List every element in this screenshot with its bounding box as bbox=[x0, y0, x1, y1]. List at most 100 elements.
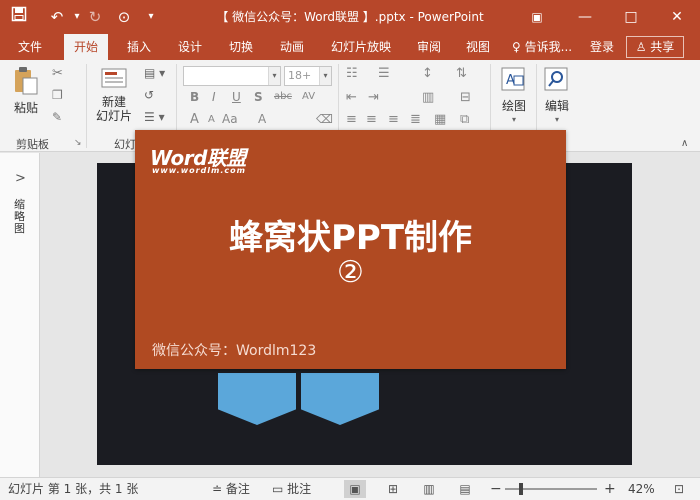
align-right-icon[interactable]: ≡ bbox=[388, 112, 399, 127]
layout-icon[interactable]: ▤ ▾ bbox=[144, 66, 165, 80]
text-direction-icon[interactable]: ⇅ bbox=[456, 66, 467, 81]
card-episode-number: ② bbox=[337, 255, 364, 290]
tab-home[interactable]: 开始 bbox=[64, 34, 109, 60]
tab-file[interactable]: 文件 bbox=[18, 34, 42, 60]
justify-icon[interactable]: ≣ bbox=[410, 112, 421, 127]
comment-icon: ▭ bbox=[272, 482, 284, 496]
numbering-icon[interactable]: ☰ bbox=[378, 66, 390, 81]
close-button[interactable]: ✕ bbox=[654, 0, 700, 34]
distributed-icon[interactable]: ▦ bbox=[434, 112, 446, 127]
ribbon-tabs: 文件 开始 插入 设计 切换 动画 幻灯片放映 审阅 视图 ♀ 告诉我... 登… bbox=[0, 34, 700, 60]
signin-link[interactable]: 登录 bbox=[590, 34, 614, 60]
clear-format-icon[interactable]: ⌫ bbox=[316, 112, 333, 126]
clipboard-launcher-icon[interactable]: ↘ bbox=[74, 138, 82, 148]
tab-view[interactable]: 视图 bbox=[466, 34, 490, 60]
chevron-down-icon: ▾ bbox=[268, 67, 280, 85]
section-icon[interactable]: ☰ ▾ bbox=[144, 110, 165, 124]
tell-me-box[interactable]: ♀ 告诉我... bbox=[512, 34, 572, 60]
zoom-level[interactable]: 42% bbox=[628, 478, 655, 500]
slideshow-view-icon[interactable]: ▤ bbox=[454, 480, 476, 498]
strikethrough-button[interactable]: abc bbox=[274, 91, 292, 102]
reset-icon[interactable]: ↺ bbox=[144, 88, 154, 102]
zoom-out-button[interactable]: − bbox=[490, 478, 502, 500]
drawing-button[interactable]: A 绘图 ▾ bbox=[496, 66, 532, 127]
thumbnail-pane: > 缩略图 bbox=[0, 153, 40, 477]
editing-label: 编辑 bbox=[544, 99, 569, 113]
chevron-down-icon: ▾ bbox=[511, 115, 516, 124]
chevron-down-icon: ▾ bbox=[319, 67, 331, 85]
zoom-in-button[interactable]: + bbox=[604, 478, 616, 500]
format-painter-icon[interactable]: ✎ bbox=[52, 110, 62, 124]
hexagon-shape[interactable] bbox=[301, 373, 379, 425]
font-name-combo[interactable]: ▾ bbox=[183, 66, 281, 86]
tab-design[interactable]: 设计 bbox=[178, 34, 202, 60]
clipboard-group-label: 剪贴板 bbox=[16, 138, 49, 151]
document-title: 【 微信公众号：Word联盟 】.pptx - PowerPoint bbox=[216, 10, 484, 24]
ribbon-display-options-button[interactable]: ▣ bbox=[514, 0, 560, 34]
zoom-slider-thumb[interactable] bbox=[519, 483, 523, 495]
decrease-indent-icon[interactable]: ⇤ bbox=[346, 90, 357, 105]
comments-button[interactable]: ▭ 批注 bbox=[272, 478, 311, 500]
increase-font-button[interactable]: A bbox=[190, 112, 199, 127]
increase-indent-icon[interactable]: ⇥ bbox=[368, 90, 379, 105]
card-footer: 微信公众号：Wordlm123 bbox=[152, 343, 317, 359]
smartart-icon[interactable]: ⧉ bbox=[460, 112, 469, 127]
align-left-icon[interactable]: ≡ bbox=[346, 112, 357, 127]
character-spacing-button[interactable]: AV bbox=[302, 91, 315, 102]
change-case-button[interactable]: Aa bbox=[222, 112, 238, 126]
new-slide-label-1: 新建 bbox=[101, 95, 126, 109]
card-title: 蜂窝状PPT制作 bbox=[228, 218, 473, 258]
bullets-icon[interactable]: ☷ bbox=[346, 66, 358, 81]
normal-view-icon[interactable]: ▣ bbox=[344, 480, 366, 498]
font-size-combo[interactable]: 18+ ▾ bbox=[284, 66, 332, 86]
shadow-button[interactable]: S bbox=[254, 90, 263, 104]
status-bar: 幻灯片 第 1 张，共 1 张 ≐ 备注 ▭ 批注 ▣ ⊞ ▥ ▤ − + 42… bbox=[0, 477, 700, 500]
slide-count: 幻灯片 第 1 张，共 1 张 bbox=[8, 482, 139, 496]
tab-review[interactable]: 审阅 bbox=[417, 34, 441, 60]
collapse-ribbon-icon[interactable]: ∧ bbox=[681, 138, 688, 149]
notes-button[interactable]: ≐ 备注 bbox=[212, 478, 250, 500]
lightbulb-icon: ♀ bbox=[512, 40, 521, 54]
line-spacing-icon[interactable]: ↕ bbox=[422, 66, 433, 81]
reading-view-icon[interactable]: ▥ bbox=[418, 480, 440, 498]
decrease-font-button[interactable]: A bbox=[208, 114, 215, 125]
expand-pane-icon[interactable]: > bbox=[15, 171, 26, 186]
restore-button[interactable]: □ bbox=[608, 0, 654, 34]
fit-slide-icon[interactable]: ⊡ bbox=[674, 482, 684, 496]
new-slide-icon bbox=[101, 68, 127, 88]
comments-label: 批注 bbox=[287, 482, 312, 496]
minimize-button[interactable]: — bbox=[562, 0, 608, 34]
tab-slideshow[interactable]: 幻灯片放映 bbox=[331, 34, 391, 60]
tab-transitions[interactable]: 切换 bbox=[229, 34, 253, 60]
find-icon bbox=[544, 67, 568, 91]
columns-icon[interactable]: ▥ bbox=[422, 90, 434, 105]
share-button[interactable]: ♙ 共享 bbox=[626, 36, 684, 58]
tab-animations[interactable]: 动画 bbox=[280, 34, 304, 60]
align-text-icon[interactable]: ⊟ bbox=[460, 90, 471, 105]
tab-insert[interactable]: 插入 bbox=[127, 34, 151, 60]
brand-logo-url: www.wordlm.com bbox=[152, 166, 246, 175]
slides-group-label: 幻灯 bbox=[114, 138, 136, 151]
copy-icon[interactable]: ❐ bbox=[52, 88, 63, 102]
editing-button[interactable]: 编辑 ▾ bbox=[540, 66, 574, 127]
thumbnail-pane-label[interactable]: 缩略图 bbox=[14, 199, 28, 235]
font-color-button[interactable]: A bbox=[258, 112, 266, 126]
slideshow-from-start-icon[interactable]: ⊙ bbox=[113, 6, 135, 28]
redo-icon[interactable]: ↻ bbox=[84, 6, 106, 28]
bold-button[interactable]: B bbox=[190, 90, 199, 104]
italic-button[interactable]: I bbox=[212, 90, 216, 104]
undo-icon[interactable]: ↶ bbox=[46, 6, 68, 28]
slide-sorter-icon[interactable]: ⊞ bbox=[382, 480, 404, 498]
align-center-icon[interactable]: ≡ bbox=[366, 112, 377, 127]
underline-button[interactable]: U bbox=[232, 90, 241, 104]
drawing-label: 绘图 bbox=[501, 99, 526, 113]
paste-label: 粘贴 bbox=[13, 101, 38, 115]
save-icon[interactable] bbox=[8, 6, 30, 28]
paste-button[interactable]: 粘贴 bbox=[8, 66, 44, 115]
customize-quick-access-icon[interactable]: ▾ bbox=[140, 6, 162, 28]
new-slide-button[interactable]: 新建 幻灯片 bbox=[92, 66, 136, 123]
zoom-slider[interactable] bbox=[505, 483, 597, 495]
cut-icon[interactable]: ✂ bbox=[52, 66, 63, 81]
chevron-down-icon: ▾ bbox=[554, 115, 559, 124]
hexagon-shape[interactable] bbox=[218, 373, 296, 425]
